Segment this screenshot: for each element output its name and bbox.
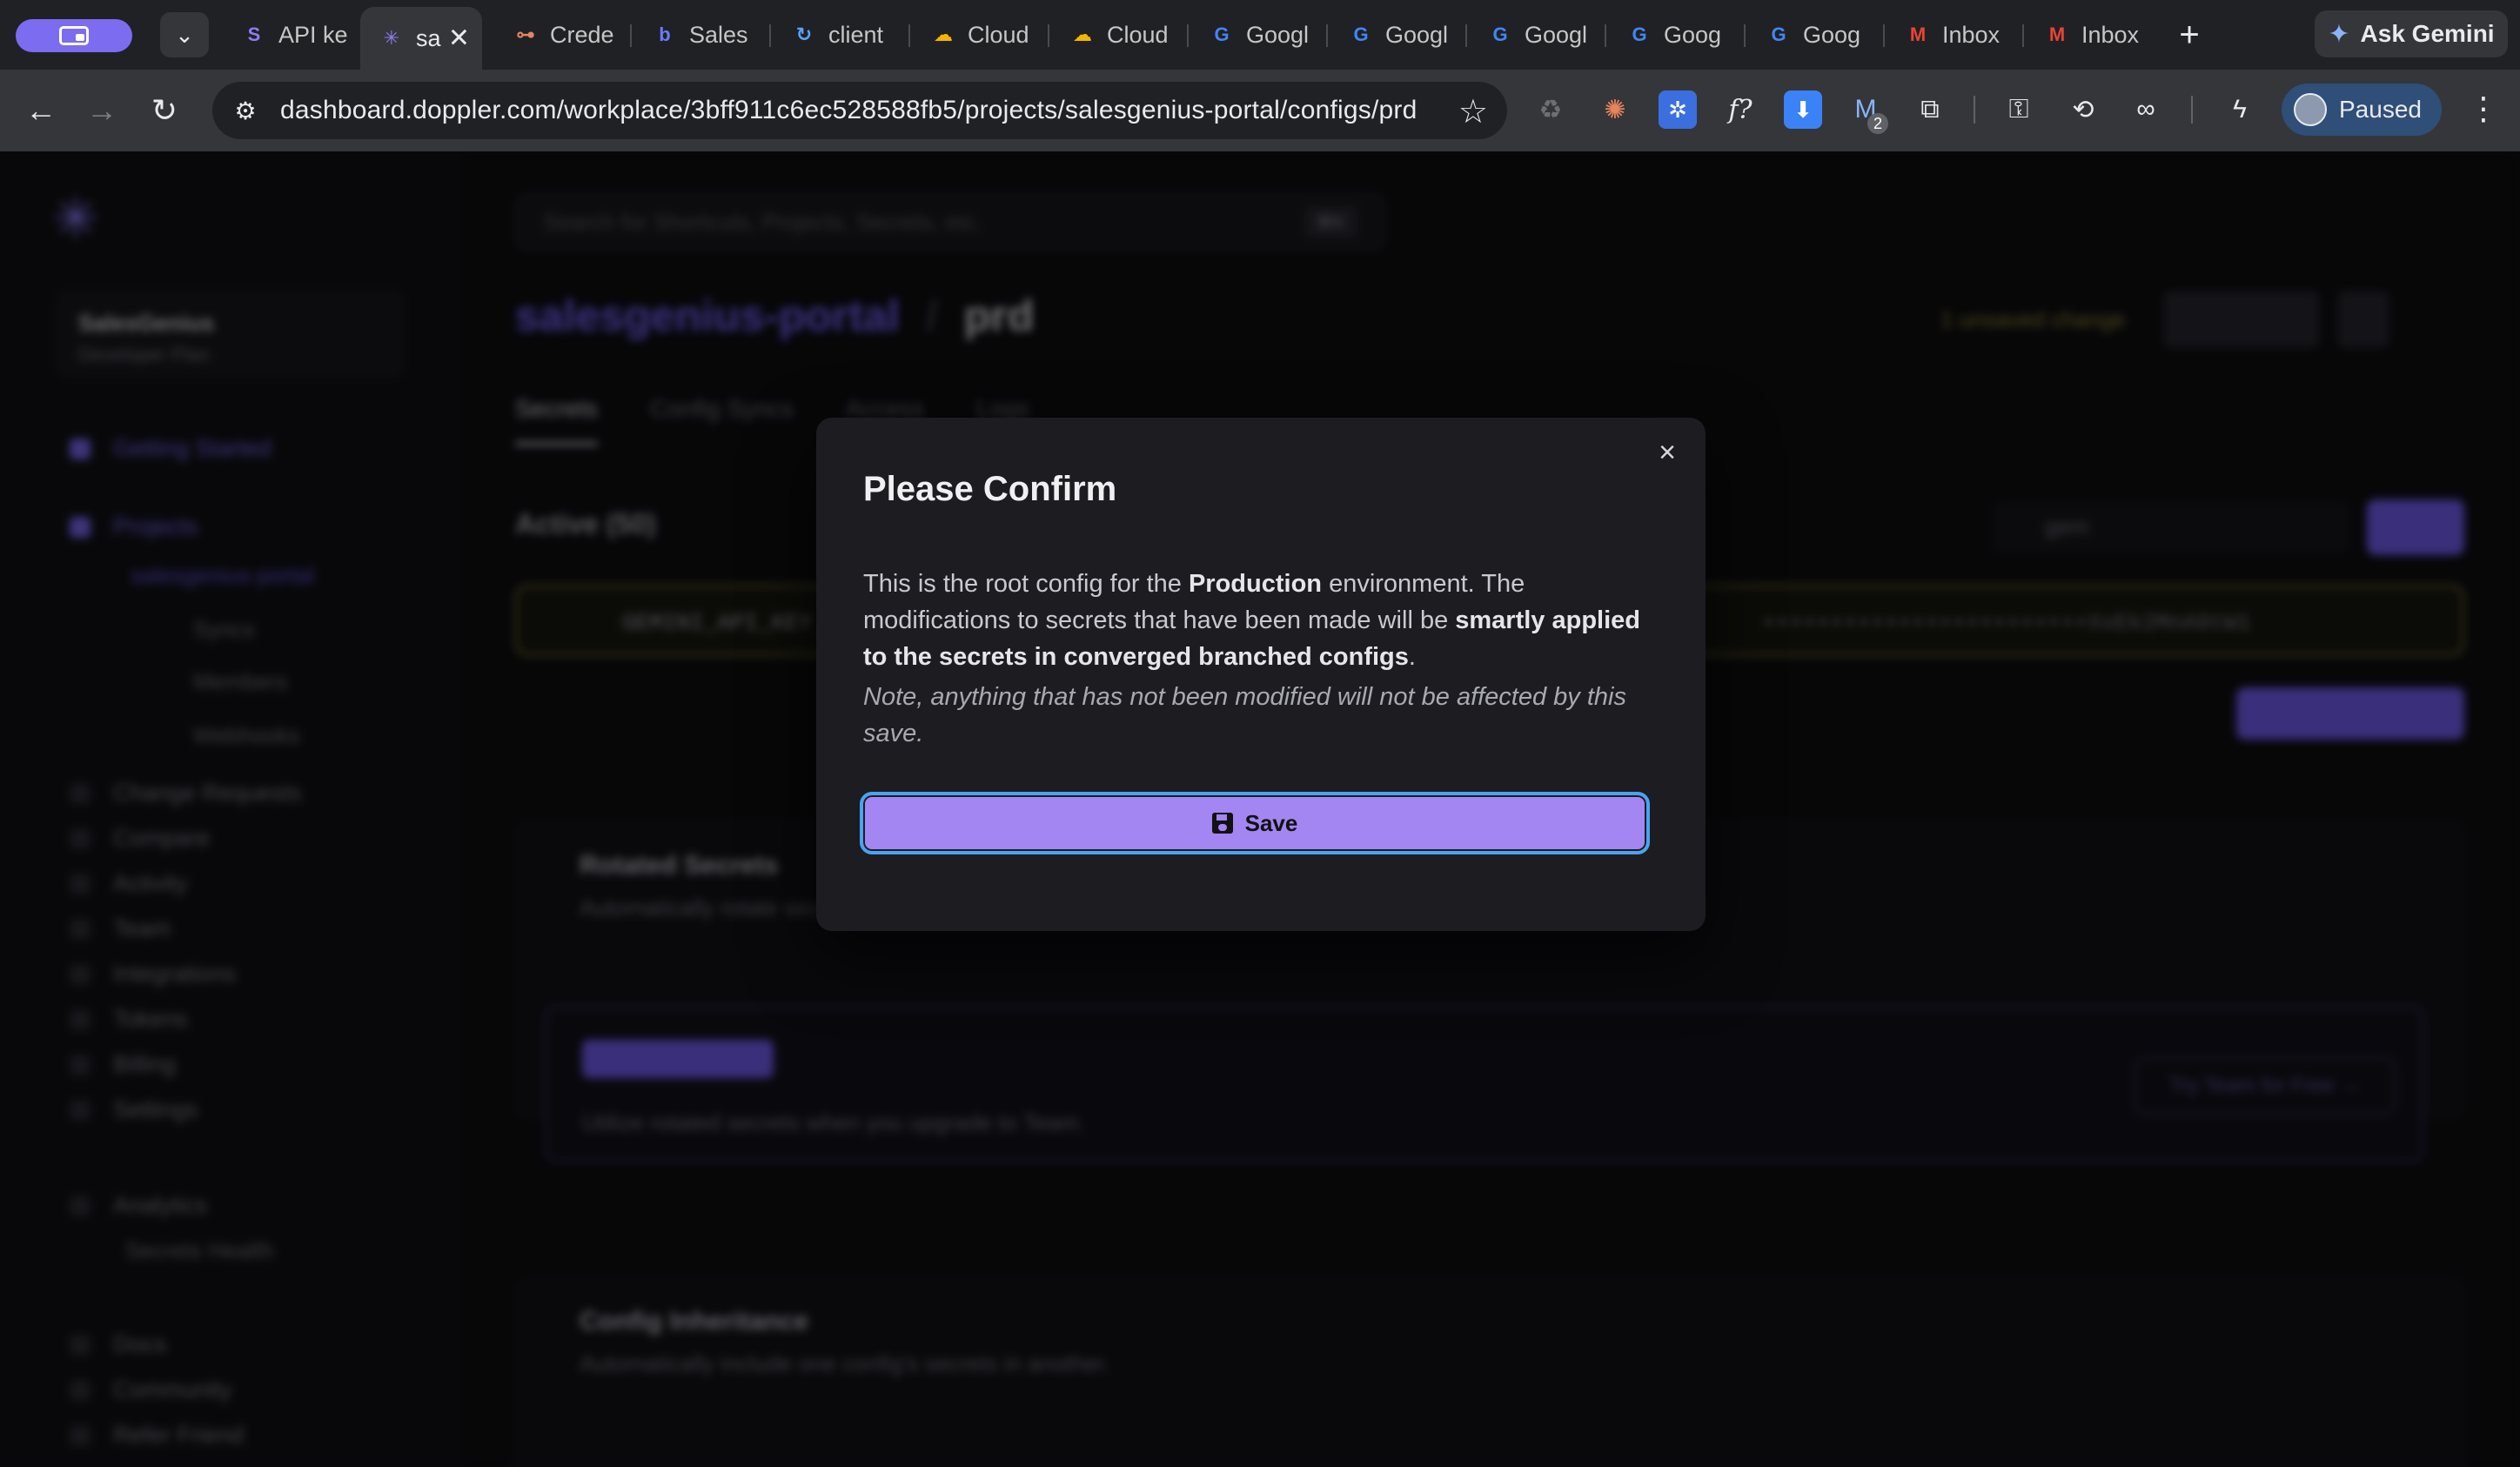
doppler-icon: ✳ (383, 27, 400, 49)
refresh-icon: ↻ (795, 23, 813, 45)
google-icon: G (1214, 23, 1230, 45)
credentials-icon: ⊶ (516, 23, 535, 45)
plus-icon: + (2179, 15, 2200, 54)
performance-icon[interactable]: ϟ (2221, 90, 2259, 129)
recycle-extension-icon[interactable]: ♻ (1531, 90, 1570, 129)
dialog-message: This is the root config for the Producti… (863, 570, 1641, 671)
profile-paused-button[interactable]: Paused (2282, 84, 2442, 136)
dialog-title: Please Confirm (863, 470, 1117, 508)
gemini-sparkle-icon: ✦ (2328, 19, 2350, 49)
browser-menu-icon[interactable]: ⋮ (2468, 90, 2499, 127)
tab-google-4[interactable]: G Goog (1608, 10, 1739, 59)
save-button[interactable]: Save (860, 792, 1650, 854)
gear-extension-icon[interactable]: ✲ (1659, 90, 1697, 129)
page-viewport: ✳ SalesGenius Developer Plan Getting Sta… (0, 151, 2520, 1467)
forward-button[interactable]: → (82, 90, 122, 131)
ai-icon: S (247, 23, 261, 45)
new-tab-button[interactable]: + (2170, 16, 2208, 54)
floppy-disk-icon (1211, 813, 1233, 834)
tab-search-button[interactable]: ⌄ (160, 12, 209, 57)
tab-cloud-2[interactable]: ☁ Cloud (1051, 10, 1182, 59)
reload-button[interactable]: ↻ (144, 90, 184, 131)
salesgenius-icon: b (659, 23, 671, 45)
google-cloud-icon: ☁ (1073, 23, 1092, 45)
bookmark-star-icon[interactable]: ☆ (1458, 92, 1488, 131)
arrow-left-icon: ← (25, 92, 57, 128)
download-extension-icon[interactable]: ⬇ (1784, 90, 1822, 129)
tab-google-1[interactable]: G Googl (1190, 10, 1321, 59)
tab-gmail-2[interactable]: M Inbox (2026, 10, 2156, 59)
close-tab-icon[interactable]: ✕ (448, 23, 470, 54)
tab-google-5[interactable]: G Goog (1747, 10, 1878, 59)
site-info-icon[interactable]: ⚙ (228, 93, 263, 128)
google-icon: G (1771, 23, 1786, 45)
close-icon[interactable]: × (1652, 437, 1683, 468)
key-icon[interactable]: ⚿ (2000, 90, 2038, 129)
avatar (2294, 93, 2327, 126)
arrow-right-icon: → (86, 92, 117, 128)
window-profile-icon (59, 26, 89, 45)
formula-extension-icon[interactable]: f? (1721, 90, 1759, 129)
google-cloud-icon: ☁ (934, 23, 953, 45)
claude-extension-icon[interactable]: ✺ (1596, 90, 1634, 129)
gmail-icon: M (2048, 23, 2066, 45)
back-button[interactable]: ← (21, 90, 61, 131)
google-icon: G (1353, 23, 1369, 45)
tab-doppler-active[interactable]: ✳ sa ✕ (360, 7, 482, 70)
environment-name: Production (1188, 570, 1323, 598)
tab-google-3[interactable]: G Googl (1469, 10, 1599, 59)
tab-api-keys[interactable]: S API ke (223, 10, 353, 59)
tab-gmail-1[interactable]: M Inbox (1887, 10, 2017, 59)
browser-tab-strip: ⌄ S API ke ✳ sa ✕ ⊶ Crede b Sales ↻ client ☁ C… (0, 0, 2520, 70)
tab-salesgenius[interactable]: b Sales (633, 10, 764, 59)
google-icon: G (1492, 23, 1508, 45)
tab-client[interactable]: ↻ client (773, 10, 903, 59)
chevron-down-icon: ⌄ (175, 21, 194, 48)
confirm-dialog: × Please Confirm This is the root config… (816, 418, 1706, 931)
tab-cloud-1[interactable]: ☁ Cloud (912, 10, 1042, 59)
url-text[interactable]: dashboard.doppler.com/workplace/3bff911c… (280, 96, 1417, 125)
address-bar[interactable]: ⚙ dashboard.doppler.com/workplace/3bff91… (212, 82, 1507, 139)
gmail-icon: M (1909, 23, 1927, 45)
link-icon[interactable]: ∞ (2127, 90, 2165, 129)
google-icon: G (1632, 23, 1647, 45)
tab-google-2[interactable]: G Googl (1330, 10, 1460, 59)
extensions-puzzle-icon[interactable]: ⧉ (1911, 90, 1949, 129)
tab-credentials[interactable]: ⊶ Crede (494, 10, 625, 59)
profile-switcher[interactable] (16, 19, 132, 52)
dialog-note: Note, anything that has not been modifie… (863, 683, 1626, 747)
ask-gemini-button[interactable]: ✦ Ask Gemini (2315, 10, 2508, 57)
reload-icon: ↻ (151, 92, 178, 128)
m-extension-icon[interactable]: M2 (1846, 90, 1888, 134)
history-icon[interactable]: ⟲ (2064, 90, 2102, 129)
